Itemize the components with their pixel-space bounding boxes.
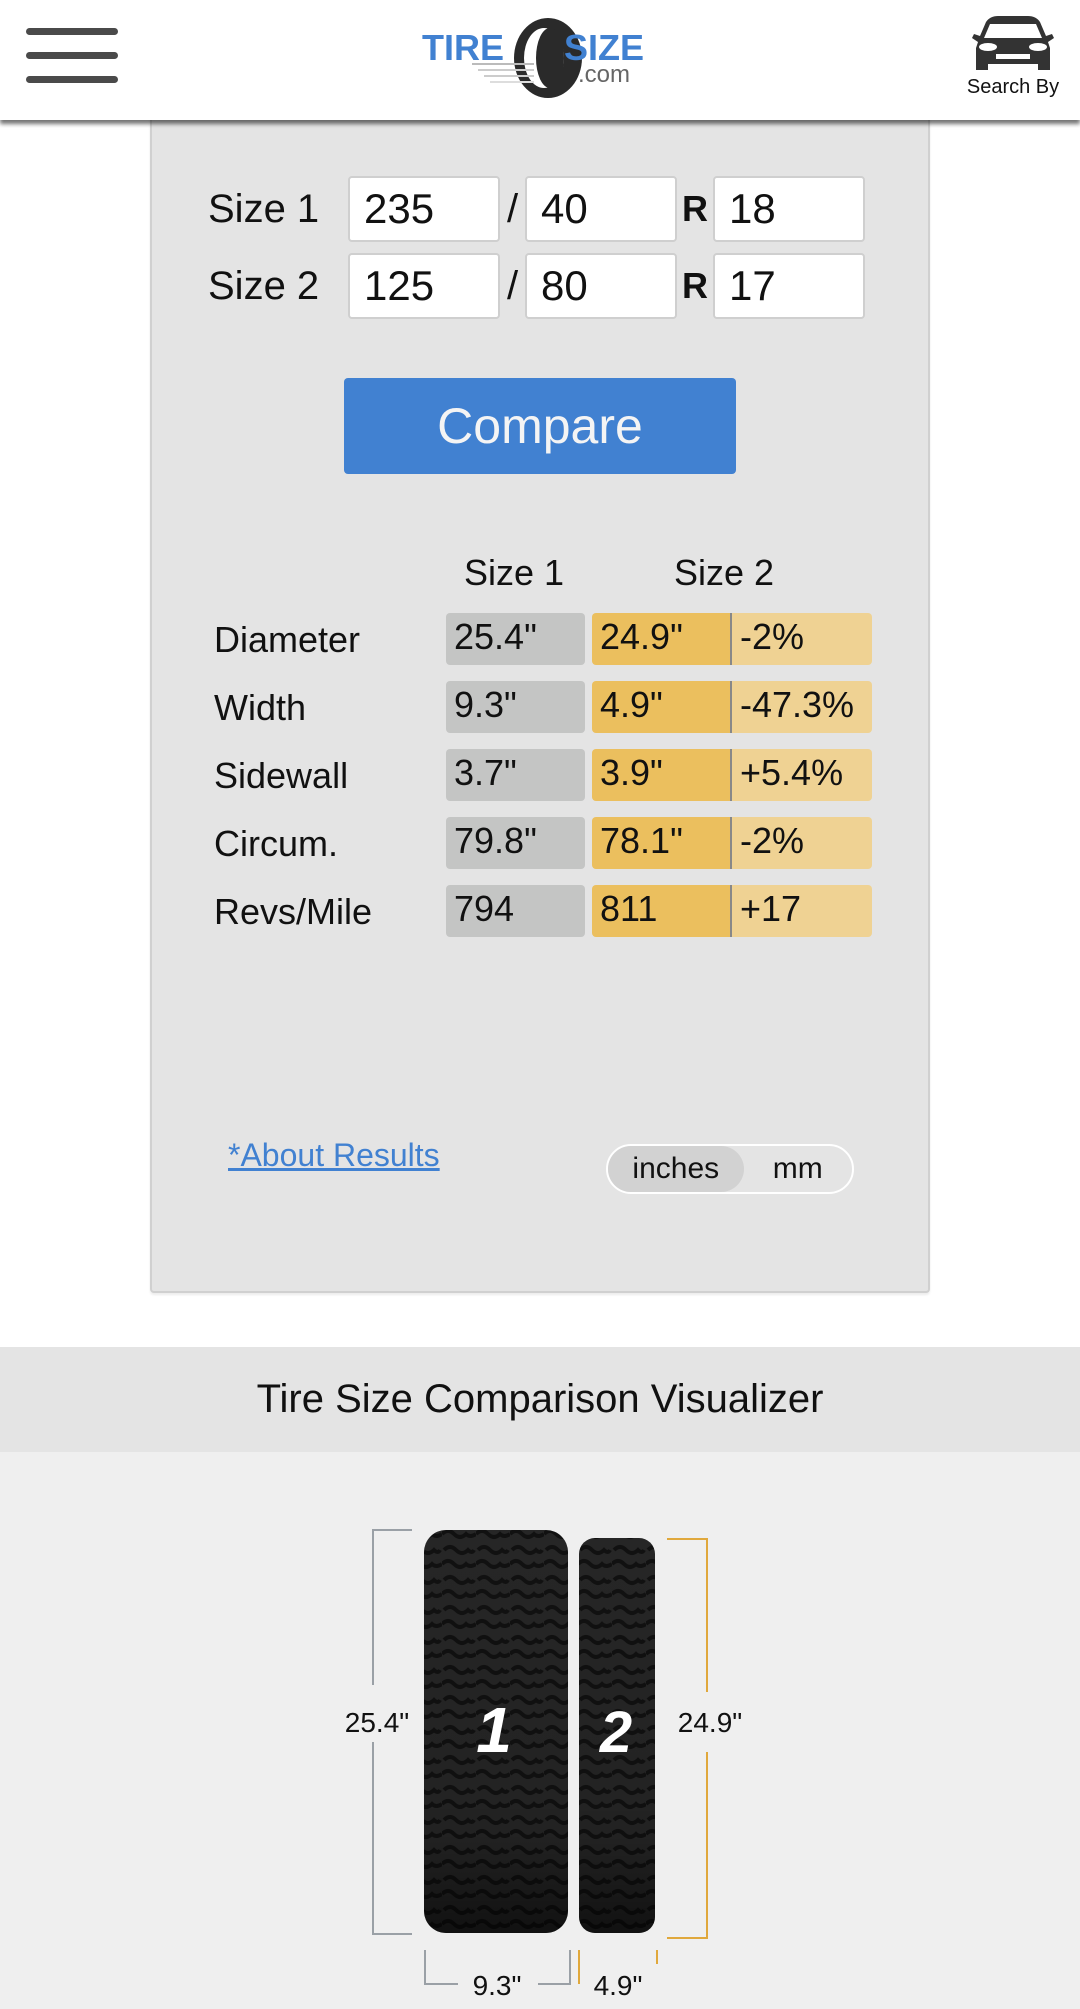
row-label: Width [214, 687, 307, 728]
size1-label: Size 1 [208, 186, 320, 231]
logo-text-com: .com [578, 61, 630, 88]
results-header-size1: Size 1 [464, 552, 565, 593]
row-label: Circum. [214, 823, 338, 864]
tire-1-width-label: 9.3" [473, 1970, 522, 2001]
visualizer-title: Tire Size Comparison Visualizer [256, 1377, 824, 1421]
tire-2-diameter-bracket [667, 1538, 708, 1939]
difference-value: -2% [732, 613, 872, 665]
row-label: Revs/Mile [214, 891, 373, 932]
hamburger-menu-icon[interactable] [26, 28, 118, 86]
logo-text-tire: TIRE [422, 27, 504, 68]
difference-value: -2% [732, 817, 872, 869]
difference-value: -47.3% [732, 681, 872, 733]
size1-value: 9.3" [446, 681, 585, 733]
size2-aspect-input[interactable] [525, 253, 677, 319]
row-label: Sidewall [214, 755, 349, 796]
difference-value: +17 [732, 885, 872, 937]
site-logo[interactable]: TIRE SIZE .com [422, 16, 658, 100]
car-icon [972, 16, 1054, 70]
size2-label: Size 2 [208, 263, 320, 308]
top-header: TIRE SIZE .com Search By [0, 0, 1080, 120]
tire-1-diameter-label: 25.4" [345, 1707, 409, 1738]
slash-separator: / [506, 186, 519, 231]
size2-row: Size 2 / R [208, 253, 865, 319]
size1-value: 25.4" [446, 613, 585, 665]
visualizer-title-bar: Tire Size Comparison Visualizer [0, 1347, 1080, 1452]
row-label: Diameter [214, 619, 361, 660]
tire-2-number: 2 [599, 1700, 632, 1765]
difference-value: +5.4% [732, 749, 872, 801]
tire-compare-panel: Size 1 / R Size 2 / R Compare Size 1 Siz… [150, 110, 930, 1293]
results-row-width: Width 9.3" 4.9" -47.3% [214, 681, 874, 733]
rim-separator: R [682, 188, 708, 229]
size2-rim-input[interactable] [713, 253, 865, 319]
about-results-link[interactable]: *About Results [228, 1137, 440, 1174]
size1-aspect-input[interactable] [525, 176, 677, 242]
size2-value: 4.9" [592, 681, 732, 733]
search-by-label: Search By [966, 76, 1060, 98]
results-row-revs-per-mile: Revs/Mile 794 811 +17 [214, 885, 874, 937]
tire-1-number: 1 [476, 1694, 512, 1766]
size1-rim-input[interactable] [713, 176, 865, 242]
size2-value: 811 [592, 885, 732, 937]
size1-value: 794 [446, 885, 585, 937]
rim-separator: R [682, 265, 708, 306]
size1-value: 3.7" [446, 749, 585, 801]
results-header-size2: Size 2 [674, 552, 775, 593]
results-row-sidewall: Sidewall 3.7" 3.9" +5.4% [214, 749, 874, 801]
size2-value: 24.9" [592, 613, 732, 665]
unit-option-mm[interactable]: mm [744, 1146, 852, 1192]
tire-visualizer: 1 2 25.4" 24.9" 9.3" 4.9" [0, 1452, 1080, 2009]
size1-value: 79.8" [446, 817, 585, 869]
size1-width-input[interactable] [348, 176, 500, 242]
tire-2-diameter-label: 24.9" [678, 1707, 742, 1738]
results-row-circumference: Circum. 79.8" 78.1" -2% [214, 817, 874, 869]
size1-row: Size 1 / R [208, 176, 865, 242]
unit-option-inches[interactable]: inches [608, 1146, 744, 1192]
size2-value: 3.9" [592, 749, 732, 801]
unit-toggle: inches mm [606, 1144, 854, 1194]
slash-separator: / [506, 263, 519, 308]
tire-2-width-label: 4.9" [594, 1970, 643, 2001]
size2-value: 78.1" [592, 817, 732, 869]
size2-width-input[interactable] [348, 253, 500, 319]
compare-button[interactable]: Compare [344, 378, 736, 474]
search-by-button[interactable]: Search By [958, 14, 1068, 104]
results-row-diameter: Diameter 25.4" 24.9" -2% [214, 613, 874, 665]
